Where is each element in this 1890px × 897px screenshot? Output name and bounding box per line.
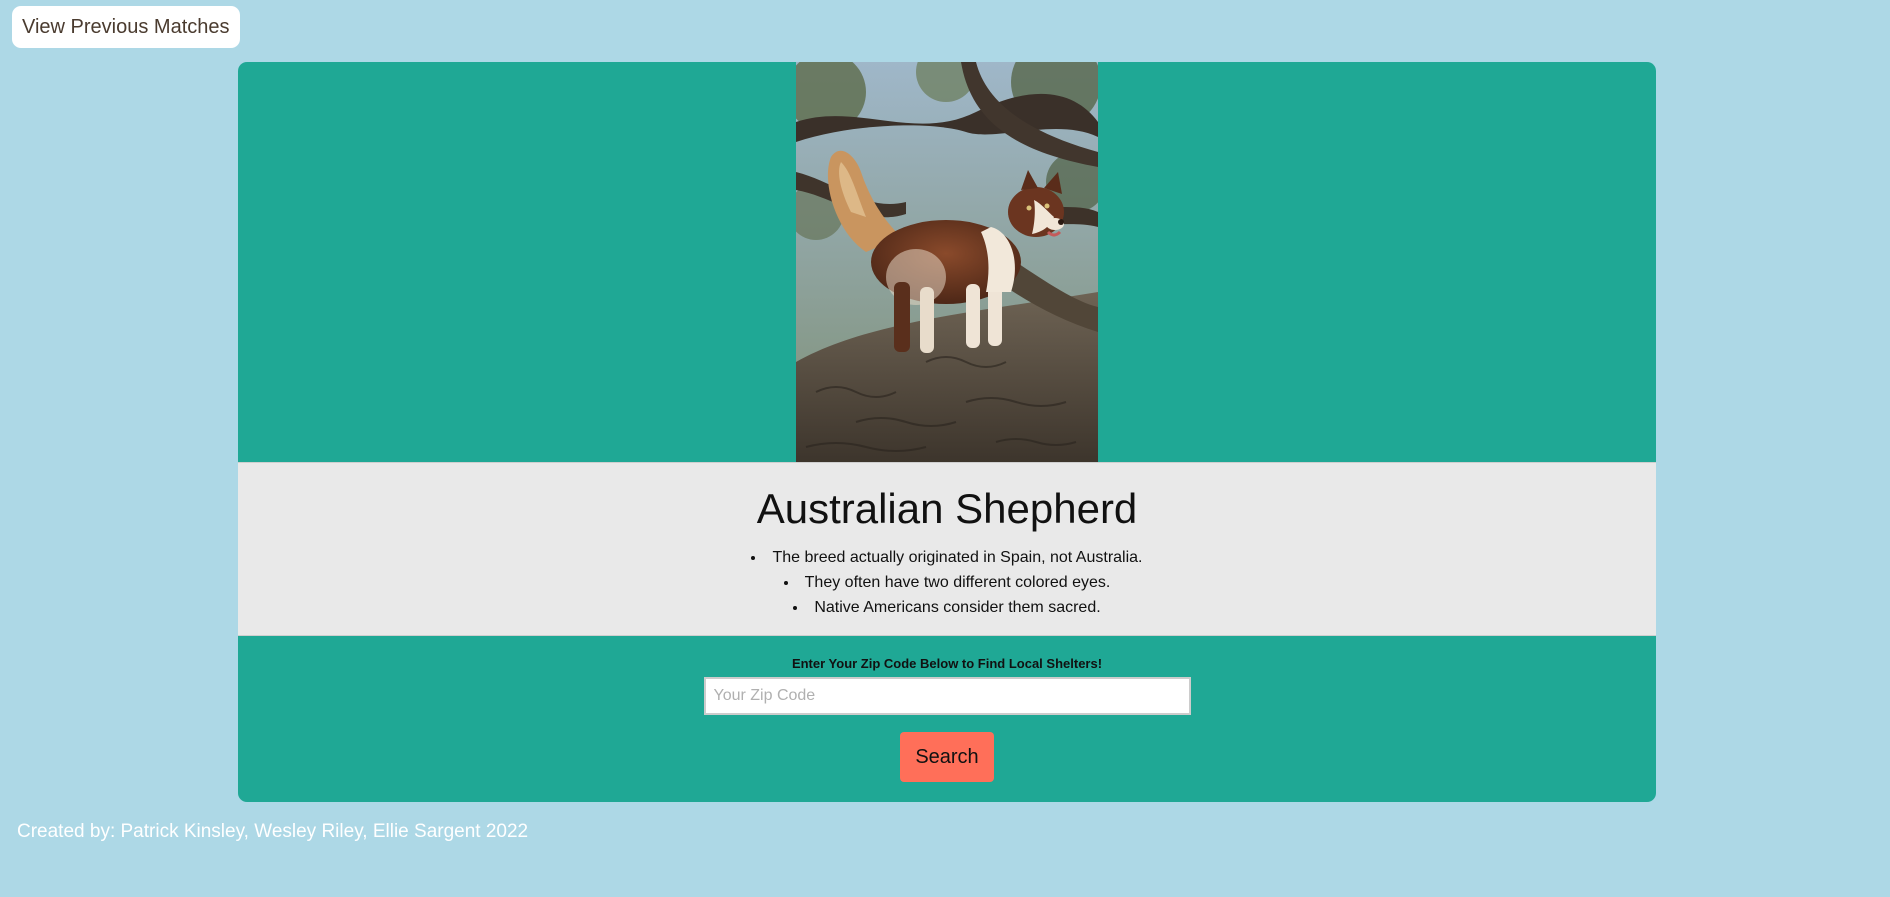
breed-name: Australian Shepherd <box>756 485 1138 532</box>
photo-area <box>238 62 1656 462</box>
breed-info-panel: Australian Shepherd The breed actually o… <box>238 462 1656 636</box>
view-previous-matches-button[interactable]: View Previous Matches <box>12 6 240 48</box>
footer-credits: Created by: Patrick Kinsley, Wesley Rile… <box>17 821 529 842</box>
zip-code-label: Enter Your Zip Code Below to Find Local … <box>791 656 1103 671</box>
shelter-search-form: Enter Your Zip Code Below to Find Local … <box>238 636 1656 802</box>
breed-fact: Native Americans consider them sacred. <box>238 595 1656 620</box>
breed-facts-list: The breed actually originated in Spain, … <box>238 545 1656 620</box>
match-card: Australian Shepherd The breed actually o… <box>238 62 1656 802</box>
search-button[interactable]: Search <box>900 732 994 782</box>
breed-fact: They often have two different colored ey… <box>238 570 1656 595</box>
dog-photo <box>796 62 1098 462</box>
breed-fact: The breed actually originated in Spain, … <box>238 545 1656 570</box>
zip-code-input[interactable] <box>703 677 1191 715</box>
